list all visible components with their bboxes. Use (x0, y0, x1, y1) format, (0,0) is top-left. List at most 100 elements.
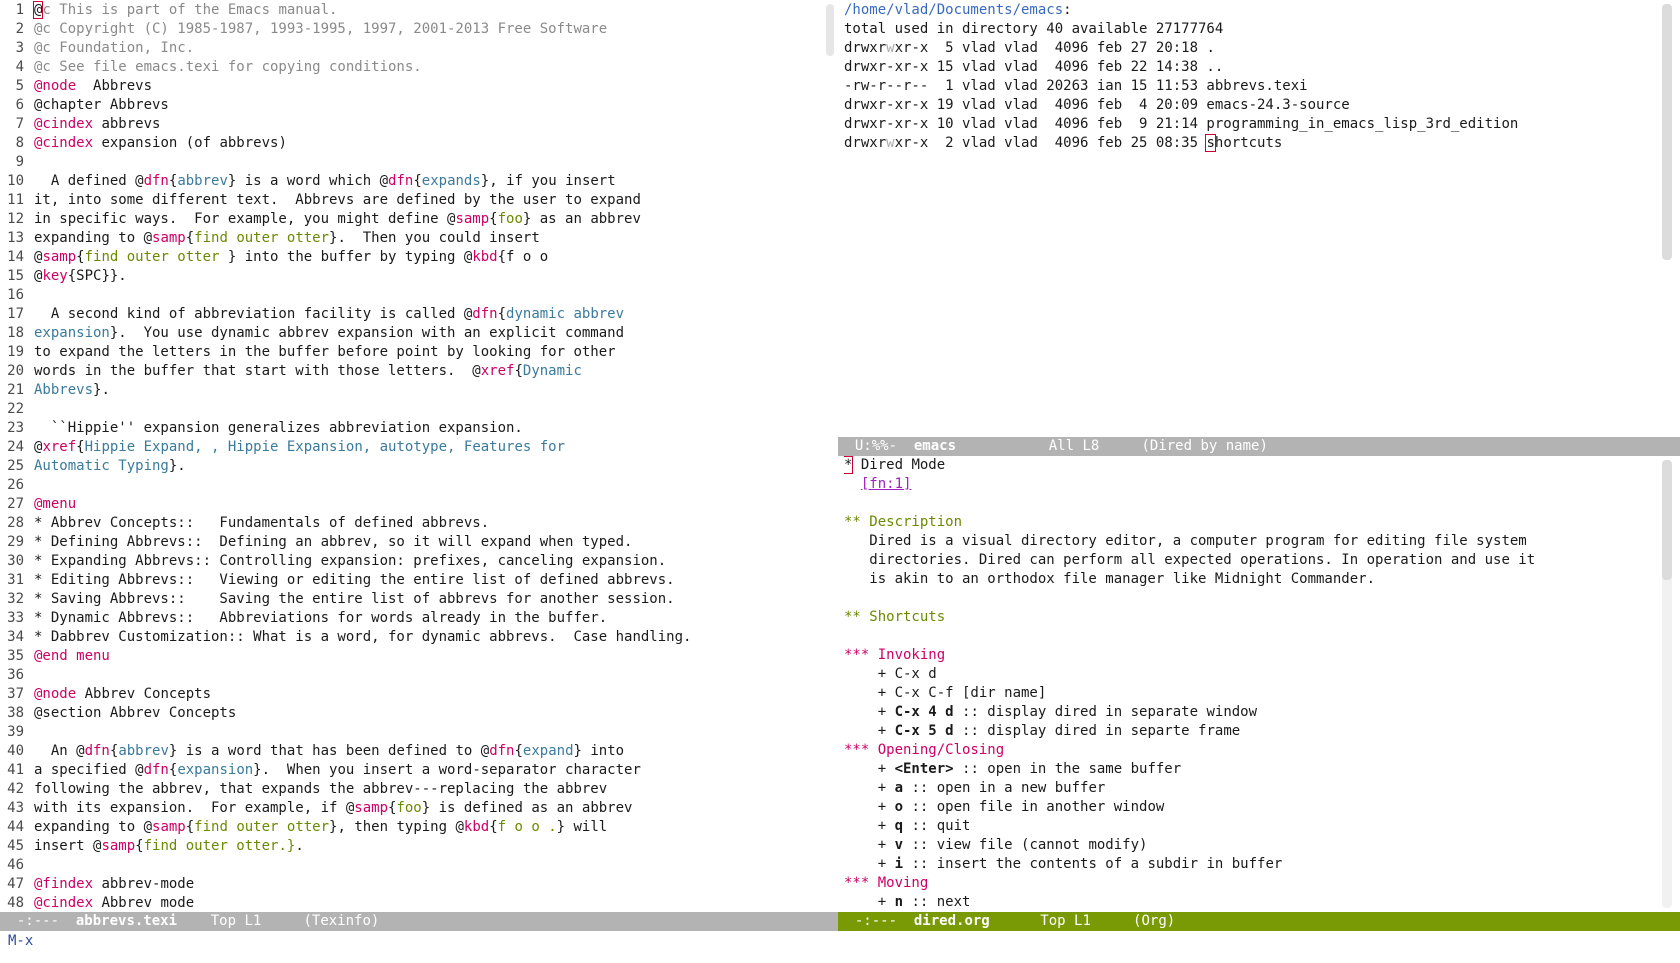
code-line[interactable]: 43 with its expansion. For example, if @s… (0, 799, 816, 818)
code-line[interactable]: 42 following the abbrev, that expands the… (0, 780, 816, 799)
code-line[interactable]: 5 @node Abbrevs (0, 77, 816, 96)
code-line[interactable]: 39 (0, 723, 816, 742)
code-line[interactable]: 13 expanding to @samp{find outer otter}. … (0, 229, 816, 248)
code-line[interactable]: 25 Automatic Typing}. (0, 457, 816, 476)
code-line[interactable]: 12 in specific ways. For example, you mig… (0, 210, 816, 229)
org-pane[interactable]: * Dired Mode [fn:1] ** Description Dired … (844, 456, 1656, 911)
org-line[interactable] (844, 627, 1656, 646)
code-line[interactable]: 22 (0, 400, 816, 419)
code-line[interactable]: 10 A defined @dfn{abbrev} is a word whic… (0, 172, 816, 191)
code-line[interactable]: 29 * Defining Abbrevs:: Defining an abbre… (0, 533, 816, 552)
org-line[interactable]: *** Invoking (844, 646, 1656, 665)
line-text: + (844, 704, 895, 720)
dired-pane[interactable]: /home/vlad/Documents/emacs: total used in… (844, 1, 1656, 437)
code-line[interactable]: 24 @xref{Hippie Expand, , Hippie Expansio… (0, 438, 816, 457)
code-line[interactable]: 36 (0, 666, 816, 685)
code-line[interactable]: 9 (0, 153, 816, 172)
dired-entry[interactable]: -rw-r--r-- 1 vlad vlad 20263 ian 15 11:5… (844, 77, 1656, 96)
code-line[interactable]: 4 @c See file emacs.texi for copying cond… (0, 58, 816, 77)
dired-scrollbar-thumb[interactable] (1662, 4, 1672, 260)
code-line[interactable]: 2 @c Copyright (C) 1985-1987, 1993-1995, … (0, 20, 816, 39)
code-line[interactable]: 15 @key{SPC}}. (0, 267, 816, 286)
code-line[interactable]: 37 @node Abbrev Concepts (0, 685, 816, 704)
org-line[interactable]: *** Moving (844, 874, 1656, 893)
code-line[interactable]: 23 ``Hippie'' expansion generalizes abbr… (0, 419, 816, 438)
org-line[interactable]: [fn:1] (844, 475, 1656, 494)
code-line[interactable]: 46 (0, 856, 816, 875)
code-line[interactable]: 11 it, into some different text. Abbrevs … (0, 191, 816, 210)
dired-entry[interactable]: drwxrwxr-x 5 vlad vlad 4096 feb 27 20:18… (844, 39, 1656, 58)
line-number: 22 (7, 401, 24, 417)
code-line[interactable]: 21 Abbrevs}. (0, 381, 816, 400)
code-line[interactable]: 1 @c This is part of the Emacs manual. (0, 1, 816, 20)
org-line[interactable] (844, 494, 1656, 513)
org-line[interactable]: Dired is a visual directory editor, a co… (844, 532, 1656, 551)
org-line[interactable]: + q :: quit (844, 817, 1656, 836)
code-line[interactable]: 41 a specified @dfn{expansion}. When you … (0, 761, 816, 780)
code-line[interactable]: 47 @findex abbrev-mode (0, 875, 816, 894)
org-line[interactable]: *** Opening/Closing (844, 741, 1656, 760)
code-line[interactable]: 28 * Abbrev Concepts:: Fundamentals of de… (0, 514, 816, 533)
dired-entry[interactable]: drwxr-xr-x 10 vlad vlad 4096 feb 9 21:14… (844, 115, 1656, 134)
org-line[interactable]: + n :: next (844, 893, 1656, 911)
code-line[interactable]: 35 @end menu (0, 647, 816, 666)
org-line[interactable]: ** Shortcuts (844, 608, 1656, 627)
code-line[interactable]: 20 words in the buffer that start with th… (0, 362, 816, 381)
dired-entry[interactable]: drwxr-xr-x 15 vlad vlad 4096 feb 22 14:3… (844, 58, 1656, 77)
minibuffer[interactable]: M-x (8, 932, 33, 951)
org-line[interactable]: + C-x C-f [dir name] (844, 684, 1656, 703)
dired-entry[interactable]: drwxrwxr-x 2 vlad vlad 4096 feb 25 08:35… (844, 134, 1656, 153)
org-line[interactable]: is akin to an orthodox file manager like… (844, 570, 1656, 589)
org-line[interactable]: + a :: open in a new buffer (844, 779, 1656, 798)
code-line[interactable]: 26 (0, 476, 816, 495)
code-line[interactable]: 30 * Expanding Abbrevs:: Controlling expa… (0, 552, 816, 571)
code-line[interactable]: 27 @menu (0, 495, 816, 514)
code-line[interactable]: 19 to expand the letters in the buffer be… (0, 343, 816, 362)
org-line[interactable]: + o :: open file in another window (844, 798, 1656, 817)
modeline-buffer-name[interactable]: dired.org (914, 913, 990, 929)
line-text: in specific ways. For example, you might… (34, 211, 456, 227)
org-line[interactable]: + C-x 5 d :: display dired in separte fr… (844, 722, 1656, 741)
code-line[interactable]: 34 * Dabbrev Customization:: What is a wo… (0, 628, 816, 647)
code-line[interactable]: 48 @cindex Abbrev mode (0, 894, 816, 912)
code-line[interactable]: 17 A second kind of abbreviation facilit… (0, 305, 816, 324)
org-line[interactable]: + v :: view file (cannot modify) (844, 836, 1656, 855)
code-line[interactable]: 8 @cindex expansion (of abbrevs) (0, 134, 816, 153)
code-line[interactable]: 45 insert @samp{find outer otter.}. (0, 837, 816, 856)
footnote-link[interactable]: [fn:1] (861, 476, 912, 492)
code-line[interactable]: 7 @cindex abbrevs (0, 115, 816, 134)
code-line[interactable]: 44 expanding to @samp{find outer otter}, … (0, 818, 816, 837)
line-number: 23 (7, 420, 24, 436)
line-text: drwxr-xr-x 19 vlad vlad 4096 feb 4 20:09… (844, 97, 1350, 113)
org-scrollbar-thumb[interactable] (1662, 460, 1672, 580)
dired-entry[interactable]: drwxr-xr-x 19 vlad vlad 4096 feb 4 20:09… (844, 96, 1656, 115)
left-scrollbar-thumb[interactable] (826, 4, 834, 56)
code-line[interactable]: 6 @chapter Abbrevs (0, 96, 816, 115)
dired-entry[interactable]: /home/vlad/Documents/emacs: (844, 1, 1656, 20)
code-line[interactable]: 40 An @dfn{abbrev} is a word that has be… (0, 742, 816, 761)
code-line[interactable]: 14 @samp{find outer otter } into the buff… (0, 248, 816, 267)
modeline-buffer-name[interactable]: abbrevs.texi (76, 913, 177, 929)
org-line[interactable]: + i :: insert the contents of a subdir i… (844, 855, 1656, 874)
org-line[interactable]: ** Description (844, 513, 1656, 532)
line-text: :: open in the same buffer (953, 761, 1182, 777)
dired-entry[interactable]: total used in directory 40 available 271… (844, 20, 1656, 39)
code-line[interactable]: 16 (0, 286, 816, 305)
code-line[interactable]: 18 expansion}. You use dynamic abbrev exp… (0, 324, 816, 343)
code-line[interactable]: 38 @section Abbrev Concepts (0, 704, 816, 723)
code-line[interactable]: 3 @c Foundation, Inc. (0, 39, 816, 58)
org-line[interactable]: * Dired Mode (844, 456, 1656, 475)
line-text: Abbrev Concepts (76, 686, 212, 702)
code-line[interactable]: 31 * Editing Abbrevs:: Viewing or editing… (0, 571, 816, 590)
code-line[interactable]: 32 * Saving Abbrevs:: Saving the entire l… (0, 590, 816, 609)
window-divider[interactable] (816, 0, 838, 932)
org-line[interactable]: directories. Dired can perform all expec… (844, 551, 1656, 570)
texinfo-editor-pane[interactable]: 1 @c This is part of the Emacs manual. 2 @c… (0, 1, 816, 912)
org-line[interactable] (844, 589, 1656, 608)
org-line[interactable]: + <Enter> :: open in the same buffer (844, 760, 1656, 779)
org-line[interactable]: + C-x d (844, 665, 1656, 684)
line-number: 10 (7, 173, 24, 189)
code-line[interactable]: 33 * Dynamic Abbrevs:: Abbreviations for … (0, 609, 816, 628)
modeline-buffer-name[interactable]: emacs (914, 438, 956, 454)
org-line[interactable]: + C-x 4 d :: display dired in separate w… (844, 703, 1656, 722)
